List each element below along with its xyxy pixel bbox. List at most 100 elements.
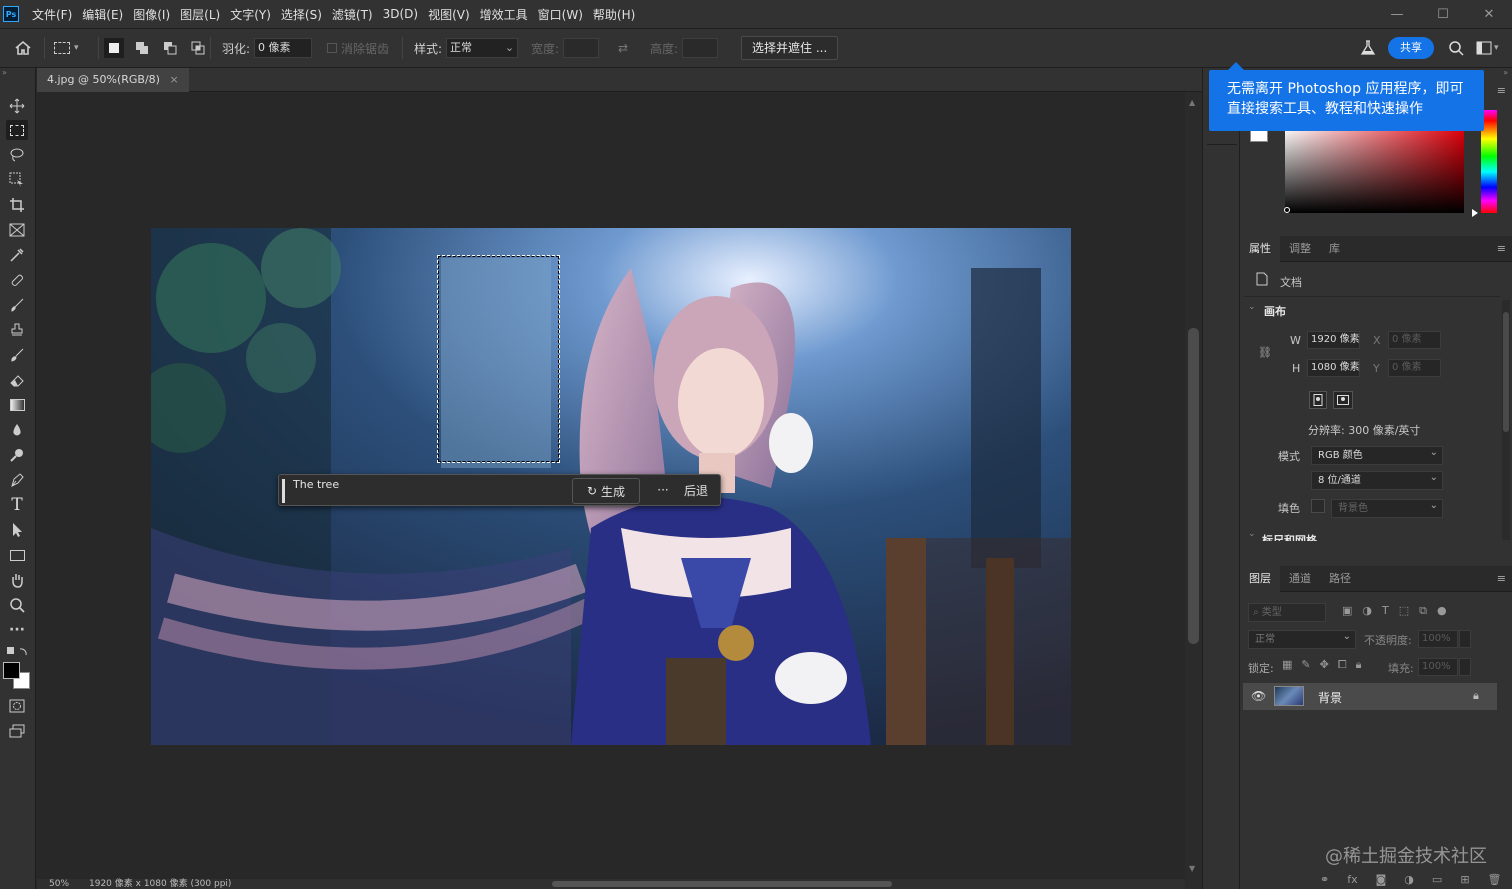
lock-transparent-pixels-icon[interactable]: ▦: [1282, 658, 1292, 672]
new-group-icon[interactable]: ▭: [1432, 873, 1442, 889]
dodge-tool-icon[interactable]: [6, 445, 28, 465]
pen-tool-icon[interactable]: [6, 470, 28, 490]
clone-stamp-tool-icon[interactable]: [6, 320, 28, 340]
canvas-y-input[interactable]: 0 像素: [1388, 359, 1441, 377]
subtract-from-selection-icon[interactable]: [160, 38, 180, 58]
rectangle-tool-icon[interactable]: [6, 545, 28, 565]
close-tab-icon[interactable]: ×: [169, 73, 178, 86]
undo-button[interactable]: 后退: [684, 478, 708, 504]
filter-adjustment-icon[interactable]: ◑: [1362, 604, 1372, 618]
scroll-down-icon[interactable]: ▼: [1189, 864, 1195, 873]
width-input[interactable]: [563, 38, 600, 58]
history-brush-tool-icon[interactable]: [6, 345, 28, 365]
color-mode-select[interactable]: RGB 颜色: [1311, 444, 1443, 465]
zoom-level[interactable]: 50%: [49, 879, 69, 889]
opacity-input[interactable]: 100%: [1418, 630, 1458, 648]
intersect-selection-icon[interactable]: [188, 38, 208, 58]
minimize-button[interactable]: —: [1374, 7, 1420, 22]
type-tool-icon[interactable]: T: [6, 495, 28, 515]
layer-row[interactable]: 👁︎ 背景 🔒︎: [1243, 683, 1497, 710]
select-and-mask-button[interactable]: 选择并遮住 ...: [741, 36, 839, 60]
layer-style-icon[interactable]: fx: [1347, 873, 1357, 889]
link-icon[interactable]: ⛓: [1258, 346, 1272, 359]
delete-layer-icon[interactable]: 🗑︎: [1488, 873, 1502, 889]
new-selection-icon[interactable]: [104, 38, 124, 58]
hand-tool-icon[interactable]: [6, 570, 28, 590]
bit-depth-select[interactable]: 8 位/通道: [1311, 469, 1443, 490]
horizontal-scroll-thumb[interactable]: [552, 881, 892, 887]
blend-mode-select[interactable]: 正常: [1248, 628, 1356, 649]
brush-tool-icon[interactable]: [6, 295, 28, 315]
filter-pixel-icon[interactable]: ▣: [1342, 604, 1352, 618]
menu-image[interactable]: 图像(I): [128, 6, 175, 23]
crop-tool-icon[interactable]: [6, 195, 28, 215]
menu-help[interactable]: 帮助(H): [588, 6, 640, 23]
lock-artboard-icon[interactable]: ⧠: [1338, 658, 1347, 672]
eyedropper-tool-icon[interactable]: [6, 245, 28, 265]
scroll-up-icon[interactable]: ▲: [1189, 98, 1195, 107]
eraser-tool-icon[interactable]: [6, 370, 28, 390]
generative-fill-prompt-input[interactable]: The tree: [289, 478, 567, 502]
menu-select[interactable]: 选择(S): [276, 6, 327, 23]
close-window-button[interactable]: ✕: [1466, 7, 1512, 22]
blur-tool-icon[interactable]: [6, 420, 28, 440]
zoom-tool-icon[interactable]: [6, 595, 28, 615]
color-panel-swatch[interactable]: [1250, 130, 1268, 142]
add-to-selection-icon[interactable]: [132, 38, 152, 58]
filter-toggle-icon[interactable]: ●: [1437, 604, 1447, 618]
swap-icon[interactable]: ⇄: [618, 29, 628, 67]
flask-icon[interactable]: [1360, 29, 1376, 67]
rulers-grids-section[interactable]: ⌄ 标尺和网格: [1244, 527, 1502, 541]
lock-image-pixels-icon[interactable]: ✎: [1301, 658, 1310, 672]
search-icon[interactable]: [1448, 29, 1464, 67]
generate-button[interactable]: ↻ 生成: [572, 478, 640, 504]
canvas-height-input[interactable]: 1080 像素: [1307, 359, 1360, 377]
canvas-x-input[interactable]: 0 像素: [1388, 331, 1441, 349]
link-layers-icon[interactable]: ⚭: [1320, 873, 1329, 889]
collapse-icon[interactable]: »: [1503, 68, 1508, 77]
fill-color-select[interactable]: 背景色: [1331, 497, 1443, 518]
foreground-color-swatch[interactable]: [3, 662, 20, 679]
landscape-orientation-button[interactable]: [1333, 391, 1353, 409]
workspace-switcher[interactable]: ▾: [1476, 29, 1499, 67]
drag-handle[interactable]: [282, 479, 285, 503]
gradient-tool-icon[interactable]: [6, 395, 28, 415]
home-icon[interactable]: [14, 29, 32, 67]
collapse-icon[interactable]: »: [2, 68, 7, 77]
menu-plugins[interactable]: 增效工具: [475, 6, 533, 23]
new-layer-icon[interactable]: ⊞: [1460, 873, 1469, 889]
rectangular-marquee-tool-icon[interactable]: [6, 120, 28, 140]
menu-edit[interactable]: 编辑(E): [77, 6, 128, 23]
fill-input[interactable]: 100%: [1418, 658, 1458, 676]
color-swatches[interactable]: [3, 662, 31, 690]
layer-name[interactable]: 背景: [1318, 689, 1342, 706]
maximize-button[interactable]: ☐: [1420, 7, 1466, 22]
menu-filter[interactable]: 滤镜(T): [327, 6, 378, 23]
tab-properties[interactable]: 属性: [1240, 235, 1280, 262]
lock-all-icon[interactable]: 🔒︎: [1356, 658, 1362, 672]
antialias-checkbox[interactable]: [327, 43, 337, 53]
feather-input[interactable]: 0 像素: [254, 38, 313, 58]
more-options-button[interactable]: ···: [649, 478, 677, 504]
object-selection-tool-icon[interactable]: [6, 170, 28, 190]
menu-window[interactable]: 窗口(W): [533, 6, 588, 23]
panel-menu-icon[interactable]: ≡: [1497, 84, 1506, 97]
lasso-tool-icon[interactable]: [6, 145, 28, 165]
canvas-section-title[interactable]: 画布: [1264, 303, 1286, 319]
filter-type-icon[interactable]: T: [1382, 604, 1389, 618]
chevron-down-icon[interactable]: ⌄: [1248, 302, 1256, 312]
quick-mask-icon[interactable]: [6, 696, 28, 716]
share-button[interactable]: 共享: [1388, 37, 1434, 59]
visibility-eye-icon[interactable]: 👁︎: [1251, 689, 1266, 703]
vertical-scrollbar[interactable]: ▲ ▼: [1185, 92, 1202, 889]
menu-view[interactable]: 视图(V): [423, 6, 475, 23]
marquee-preset-picker[interactable]: ▾: [54, 29, 79, 67]
layer-filter-select[interactable]: ⌕ 类型: [1248, 603, 1326, 622]
marquee-selection[interactable]: [437, 255, 560, 463]
color-picker-cursor[interactable]: [1284, 207, 1290, 213]
screen-mode-icon[interactable]: [6, 721, 28, 741]
menu-layer[interactable]: 图层(L): [175, 6, 225, 23]
document-tab[interactable]: 4.jpg @ 50%(RGB/8) ×: [37, 68, 189, 92]
tab-adjustments[interactable]: 调整: [1280, 236, 1320, 262]
add-mask-icon[interactable]: ◙: [1376, 873, 1387, 889]
